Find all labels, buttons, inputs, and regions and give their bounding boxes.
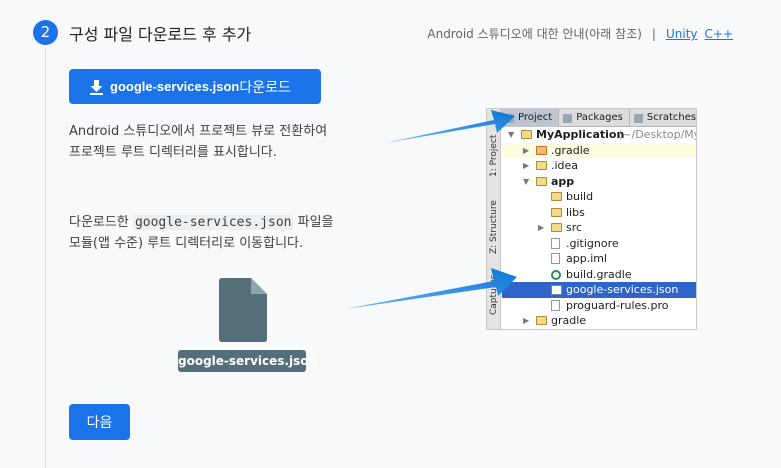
folder-icon <box>551 192 562 201</box>
instruction-line: 모듈(앱 수준) 루트 디렉터리로 이동합니다. <box>69 236 304 251</box>
expand-down-icon[interactable]: ▼ <box>508 127 514 143</box>
folder-icon <box>536 145 547 155</box>
tab-project: Project <box>501 109 560 127</box>
tree-item-label: libs <box>566 205 585 219</box>
tab-label: Scratches <box>646 112 697 123</box>
tree-item-idea[interactable]: ▶ .idea <box>502 158 696 174</box>
instruction-text: 파일을 <box>293 215 334 230</box>
tree-item-label: proguard-rules.pro <box>566 298 669 312</box>
download-config-button[interactable]: google-services.json 다운로드 <box>69 69 321 104</box>
tree-item-label: .gitignore <box>566 236 619 250</box>
instruction-move-file: 다운로드한 google-services.json 파일을 모듈(앱 수준) … <box>69 212 334 254</box>
file-icon <box>551 237 560 249</box>
tree-item-label: google-services.json <box>566 283 679 296</box>
tree-item-gradle[interactable]: ▶ gradle <box>502 313 696 329</box>
file-icon <box>551 253 560 264</box>
tree-item-app[interactable]: ▼ app <box>502 174 696 190</box>
tree-item-google-services-json[interactable]: google-services.json <box>502 282 696 298</box>
json-file-icon <box>551 285 562 295</box>
collapse-right-icon[interactable]: ▶ <box>523 313 529 329</box>
tree-item-label: gradle <box>551 314 587 327</box>
tree-item-myapplication[interactable]: ▼ MyApplication (~/Desktop/My <box>502 127 697 143</box>
help-separator: | <box>651 27 656 41</box>
tree-item-label: src <box>566 221 583 234</box>
help-row: Android 스튜디오에 대한 안내(아래 참조) | Unity C++ <box>427 25 733 42</box>
scratches-tab-icon <box>633 113 643 123</box>
tree-item-label: .idea <box>551 159 579 172</box>
download-icon <box>90 79 103 95</box>
tree-item-src[interactable]: ▶ src <box>502 220 696 236</box>
json-file-illustration-icon <box>219 278 267 342</box>
tree-item-label: build <box>566 190 594 203</box>
tree-item-build-gradle[interactable]: build.gradle <box>502 267 696 283</box>
next-button[interactable]: 다음 <box>69 404 130 440</box>
tab-packages: Packages <box>559 109 630 127</box>
module-folder-icon <box>521 130 532 139</box>
step-title: 구성 파일 다운로드 후 추가 <box>69 25 252 44</box>
collapse-right-icon[interactable]: ▶ <box>523 158 529 174</box>
tree-item-gradle[interactable]: ▶ .gradle <box>502 142 696 159</box>
cpp-link[interactable]: C++ <box>705 27 734 41</box>
instruction-text: 다운로드한 <box>69 215 133 230</box>
tab-scratches: Scratches <box>630 109 697 127</box>
tree-item-proguard-rules-pro[interactable]: proguard-rules.pro <box>502 298 696 314</box>
ide-tab-bar: Project Packages Scratches <box>501 109 697 127</box>
tab-label: Packages <box>576 112 623 123</box>
project-tab-icon <box>505 113 514 123</box>
file-label: google-services.json <box>178 350 317 372</box>
android-studio-project-panel: 1: Project Z: Structure Captures Project… <box>486 108 697 330</box>
project-tree: ▼ MyApplication (~/Desktop/My ▶ .gradle ▶ .id… <box>502 127 697 329</box>
instruction-line: 프로젝트 루트 디렉터리를 표시합니다. <box>69 145 277 160</box>
folder-icon <box>551 223 562 232</box>
tree-item-path: (~/Desktop/My <box>618 128 697 141</box>
folder-icon <box>536 316 547 325</box>
download-suffix: 다운로드 <box>239 78 291 95</box>
side-tab-captures: Captures <box>489 274 499 315</box>
tree-item-gitignore[interactable]: .gitignore <box>502 236 696 252</box>
folder-icon <box>551 207 562 217</box>
side-tab-structure: Z: Structure <box>489 200 499 254</box>
side-tab-project: 1: Project <box>489 134 499 177</box>
ide-side-toolbar: 1: Project Z: Structure Captures <box>487 109 501 329</box>
gradle-icon <box>551 269 561 280</box>
unity-link[interactable]: Unity <box>666 27 698 41</box>
step-number-badge: 2 <box>33 20 58 45</box>
tree-item-label: MyApplication <box>536 128 625 141</box>
file-icon <box>551 299 560 311</box>
tree-item-label: app <box>551 174 575 188</box>
tree-item-build[interactable]: build <box>502 189 696 205</box>
step-rail <box>45 48 46 468</box>
tree-item-app-iml[interactable]: app.iml <box>502 251 696 267</box>
instruction-line: Android 스튜디오에서 프로젝트 뷰로 전환하여 <box>69 124 328 139</box>
tree-item-libs[interactable]: libs <box>502 205 696 221</box>
tree-item-label: .gradle <box>551 143 590 157</box>
packages-tab-icon <box>563 113 573 123</box>
expand-down-icon[interactable]: ▼ <box>523 174 529 190</box>
tab-label: Project <box>518 112 553 123</box>
tree-item-label: build.gradle <box>566 267 632 281</box>
module-folder-icon <box>536 176 547 186</box>
inline-code-filename: google-services.json <box>132 215 294 230</box>
help-text: Android 스튜디오에 대한 안내(아래 참조) <box>427 27 642 41</box>
collapse-right-icon[interactable]: ▶ <box>523 143 529 159</box>
collapse-right-icon[interactable]: ▶ <box>538 220 544 236</box>
instruction-project-view: Android 스튜디오에서 프로젝트 뷰로 전환하여 프로젝트 루트 디렉터리… <box>69 121 327 163</box>
download-filename: google-services.json <box>110 79 240 94</box>
tree-item-label: app.iml <box>566 252 608 265</box>
folder-icon <box>536 161 547 170</box>
